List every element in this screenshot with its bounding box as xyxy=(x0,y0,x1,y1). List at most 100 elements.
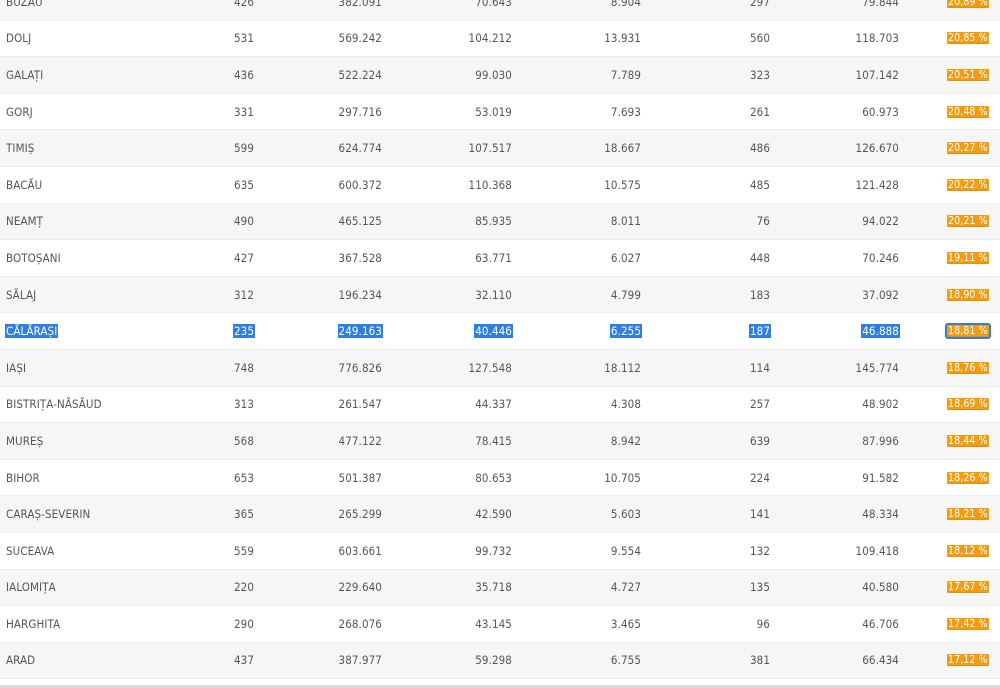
county-name-cell: BACĂU xyxy=(5,167,43,203)
value-text: 13.931 xyxy=(604,31,641,46)
value-cell-1: 653 xyxy=(233,460,255,496)
value-text: 436 xyxy=(233,67,254,82)
value-text: 70.246 xyxy=(862,250,899,265)
value-text: 109.418 xyxy=(855,543,899,558)
value-text: 426 xyxy=(233,0,254,9)
value-cell-2: 249.163 xyxy=(337,313,383,349)
table-row[interactable]: MUREȘ 568 477.122 78.415 8.942 639 87.996 18,44… xyxy=(0,423,1000,460)
percent-badge: 19,11 % xyxy=(947,251,989,264)
value-text: 76 xyxy=(756,214,770,229)
value-cell-1: 220 xyxy=(233,570,255,606)
value-text: 196.234 xyxy=(338,287,382,302)
value-text: 261 xyxy=(749,104,770,119)
value-text: 486 xyxy=(749,141,770,156)
value-cell-2: 603.661 xyxy=(338,533,383,569)
value-cell-4: 4.308 xyxy=(610,387,642,423)
table-row[interactable]: IAȘI 748 776.826 127.548 18.112 114 145.774 18,… xyxy=(0,349,1000,387)
value-text: 229.640 xyxy=(338,580,382,595)
value-text: 448 xyxy=(749,250,770,265)
value-cell-4: 8.011 xyxy=(610,204,642,240)
value-text: 653 xyxy=(233,470,254,485)
value-cell-4: 18.667 xyxy=(603,130,642,166)
percent-cell: 18,69 % xyxy=(947,387,989,423)
table-row[interactable]: TIMIȘ 599 624.774 107.517 18.667 486 126.670 20… xyxy=(0,130,1000,167)
value-cell-3: 127.548 xyxy=(468,350,513,386)
percent-cell: 20,89 % xyxy=(947,0,989,20)
table-row[interactable]: GORJ 331 297.716 53.019 7.693 261 60.973 20,48 … xyxy=(0,93,1000,131)
value-cell-4: 13.931 xyxy=(603,21,642,57)
value-text: 40.446 xyxy=(474,324,513,339)
table-row[interactable]: ARAD 437 387.977 59.298 6.755 381 66.434 17,12 … xyxy=(0,642,1000,680)
percent-badge: 18,81 % xyxy=(945,323,991,340)
county-name: BOTOȘANI xyxy=(6,250,61,265)
value-cell-5: 114 xyxy=(749,350,771,386)
county-name-cell: GORJ xyxy=(5,94,34,130)
table-row[interactable]: SĂLAJ 312 196.234 32.110 4.799 183 37.092 18,90… xyxy=(0,276,1000,314)
table-row[interactable]: DOLJ 531 569.242 104.212 13.931 560 118.703 20,… xyxy=(0,20,1000,58)
percent-cell: 17,42 % xyxy=(947,606,989,642)
table-row[interactable]: BUZĂU 426 382.091 70.643 8.904 297 79.844 20,89… xyxy=(0,0,1000,21)
value-text: 44.337 xyxy=(475,397,512,412)
county-name-cell: DOLJ xyxy=(5,21,32,57)
table-row[interactable]: SUCEAVA 559 603.661 99.732 9.554 132 109.418 18… xyxy=(0,532,1000,570)
percent-cell: 18,76 % xyxy=(947,350,989,386)
value-text: 224 xyxy=(749,470,770,485)
value-cell-3: 85.935 xyxy=(474,204,513,240)
table-row[interactable]: CĂLĂRAȘI 235 249.163 40.446 6.255 187 46.888 18… xyxy=(0,313,1000,350)
county-name-cell: ARAD xyxy=(5,643,36,679)
value-cell-1: 235 xyxy=(232,313,255,349)
table-row[interactable]: BISTRIȚA-NĂSĂUD 313 261.547 44.337 4.308 257 4… xyxy=(0,386,1000,424)
value-text: 46.706 xyxy=(862,616,899,631)
percent-badge: 20,48 % xyxy=(947,105,989,118)
county-name: CĂLĂRAȘI xyxy=(5,324,59,339)
percent-cell: 20,85 % xyxy=(947,21,989,57)
value-text: 70.643 xyxy=(475,0,512,9)
value-text: 531 xyxy=(233,31,254,46)
value-text: 145.774 xyxy=(855,360,899,375)
county-name: SUCEAVA xyxy=(6,543,55,558)
table-row[interactable]: BACĂU 635 600.372 110.368 10.575 485 121.428 20… xyxy=(0,166,1000,204)
value-text: 60.973 xyxy=(862,104,899,119)
table-row[interactable]: NEAMȚ 490 465.125 85.935 8.011 76 94.022 20,21 … xyxy=(0,203,1000,241)
value-cell-4: 7.693 xyxy=(610,94,642,130)
table-row[interactable]: HARGHITA 290 268.076 43.145 3.465 96 46.706 17,… xyxy=(0,606,1000,643)
value-text: 126.670 xyxy=(855,141,899,156)
table-row[interactable]: BOTOȘANI 427 367.528 63.771 6.027 448 70.246 19… xyxy=(0,240,1000,277)
value-cell-3: 53.019 xyxy=(474,94,513,130)
value-cell-5: 381 xyxy=(749,643,771,679)
county-name: ARAD xyxy=(6,653,36,668)
value-cell-3: 40.446 xyxy=(474,313,513,349)
value-cell-1: 599 xyxy=(233,130,255,166)
value-cell-2: 477.122 xyxy=(338,423,383,459)
value-text: 7.789 xyxy=(610,67,641,82)
value-cell-5: 261 xyxy=(749,94,771,130)
value-cell-1: 290 xyxy=(233,606,255,642)
value-cell-4: 10.575 xyxy=(603,167,642,203)
table-row[interactable]: BIHOR 653 501.387 80.653 10.705 224 91.582 18,2… xyxy=(0,459,1000,497)
percent-cell: 20,48 % xyxy=(947,94,989,130)
value-text: 220 xyxy=(233,580,254,595)
value-text: 37.092 xyxy=(862,287,899,302)
table-row[interactable]: GALAȚI 436 522.224 99.030 7.789 323 107.142 20,… xyxy=(0,57,1000,94)
value-text: 96 xyxy=(756,616,770,631)
value-cell-2: 624.774 xyxy=(338,130,383,166)
value-text: 6.255 xyxy=(609,324,642,339)
county-name-cell: IALOMIȚA xyxy=(5,570,57,606)
table-row[interactable]: CARAȘ-SEVERIN 365 265.299 42.590 5.603 141 48.… xyxy=(0,496,1000,533)
value-cell-3: 104.212 xyxy=(468,21,513,57)
value-cell-5: 96 xyxy=(756,606,771,642)
value-cell-3: 110.368 xyxy=(468,167,513,203)
county-name: TIMIȘ xyxy=(6,141,35,156)
value-cell-1: 436 xyxy=(233,57,255,93)
county-name: BISTRIȚA-NĂSĂUD xyxy=(6,397,102,412)
value-text: 387.977 xyxy=(338,653,382,668)
county-name: IAȘI xyxy=(6,360,27,375)
value-cell-1: 531 xyxy=(233,21,255,57)
value-text: 297 xyxy=(749,0,770,9)
county-name: SĂLAJ xyxy=(6,287,37,302)
percent-badge: 18,76 % xyxy=(947,361,989,374)
county-name-cell: NEAMȚ xyxy=(5,204,44,240)
percent-badge: 20,22 % xyxy=(947,178,989,191)
percent-badge: 20,85 % xyxy=(947,32,989,45)
table-row[interactable]: IALOMIȚA 220 229.640 35.718 4.727 135 40.580 17… xyxy=(0,569,1000,607)
